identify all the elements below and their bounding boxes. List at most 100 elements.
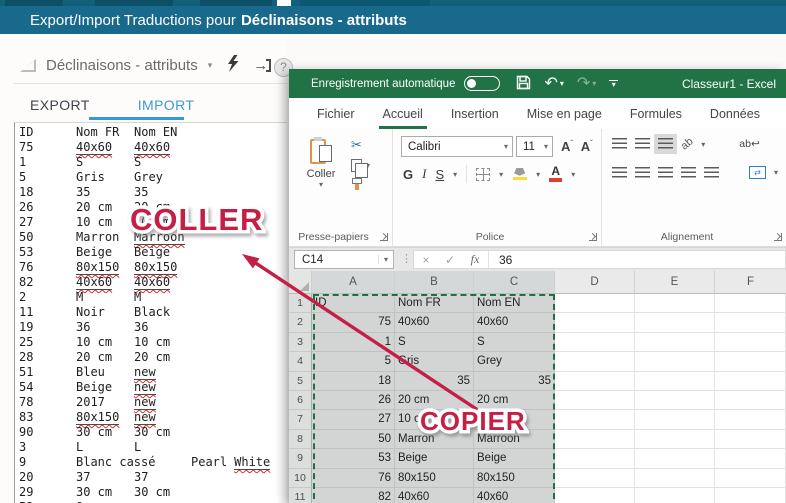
cell-f[interactable]: [715, 449, 786, 468]
decrease-indent-icon[interactable]: [681, 167, 696, 179]
enter-icon[interactable]: ✓: [438, 253, 462, 267]
cell-e[interactable]: [635, 430, 715, 449]
row-header[interactable]: 6: [289, 391, 312, 410]
column-header-c[interactable]: C: [474, 271, 555, 294]
cell-f[interactable]: [715, 410, 786, 429]
column-header-a[interactable]: A: [312, 271, 395, 294]
row-header[interactable]: 5: [289, 372, 312, 391]
cell-f[interactable]: [715, 488, 786, 503]
row-header[interactable]: 9: [289, 449, 312, 468]
cell-d[interactable]: [555, 333, 635, 352]
cell-a[interactable]: 18: [312, 372, 395, 391]
bold-button[interactable]: G: [403, 167, 413, 182]
italic-button[interactable]: I: [422, 166, 426, 182]
cell-a[interactable]: 76: [312, 469, 395, 488]
cell-a[interactable]: 26: [312, 391, 395, 410]
cell-e[interactable]: [635, 313, 715, 332]
shrink-font-button[interactable]: Aˇ: [581, 139, 593, 154]
cell-e[interactable]: [635, 294, 715, 313]
cell-f[interactable]: [715, 430, 786, 449]
cell-c[interactable]: 35: [474, 372, 555, 391]
row-header[interactable]: 10: [289, 469, 312, 488]
cell-e[interactable]: [635, 449, 715, 468]
cell-c[interactable]: Grey: [474, 352, 555, 371]
formula-input[interactable]: 36: [495, 253, 512, 267]
ribbon-tab-fichier[interactable]: Fichier: [303, 98, 369, 129]
cell-f[interactable]: [715, 372, 786, 391]
undo-button[interactable]: ↶▾: [544, 77, 563, 91]
underline-button[interactable]: S: [435, 167, 444, 182]
cell-f[interactable]: [715, 294, 786, 313]
cell-c[interactable]: Nom EN: [474, 294, 555, 313]
customize-qat-icon[interactable]: ▾: [609, 80, 618, 88]
cell-a[interactable]: ID: [312, 294, 395, 313]
row-header[interactable]: 1: [289, 294, 312, 313]
name-box[interactable]: C14▾: [294, 250, 394, 269]
cell-b[interactable]: S: [395, 333, 474, 352]
autosave-toggle[interactable]: [464, 76, 500, 91]
font-dialog-launcher-icon[interactable]: [589, 233, 597, 241]
paste-button[interactable]: Coller ▾: [299, 137, 343, 189]
tab-import[interactable]: IMPORT: [138, 97, 195, 113]
cell-a[interactable]: 50: [312, 430, 395, 449]
ribbon-tab-formules[interactable]: Formules: [616, 98, 696, 129]
entity-selector-label[interactable]: Déclinaisons - attributs: [46, 57, 198, 74]
increase-indent-icon[interactable]: [704, 167, 719, 179]
cell-c[interactable]: 40x60: [474, 488, 555, 503]
cell-e[interactable]: [635, 391, 715, 410]
cell-d[interactable]: [555, 313, 635, 332]
cell-e[interactable]: [635, 333, 715, 352]
ribbon-tab-donnees[interactable]: Données: [696, 98, 774, 129]
cell-f[interactable]: [715, 333, 786, 352]
cell-d[interactable]: [555, 410, 635, 429]
cell-a[interactable]: 27: [312, 410, 395, 429]
cell-d[interactable]: [555, 372, 635, 391]
cell-a[interactable]: 1: [312, 333, 395, 352]
row-header[interactable]: 8: [289, 430, 312, 449]
column-header-f[interactable]: F: [715, 271, 786, 294]
align-left-icon[interactable]: [612, 167, 627, 179]
tab-export[interactable]: EXPORT: [30, 97, 90, 113]
cell-d[interactable]: [555, 430, 635, 449]
ribbon-tab-mise-en-page[interactable]: Mise en page: [513, 98, 616, 129]
cell-c[interactable]: 80x150: [474, 469, 555, 488]
translation-textarea[interactable]: ID Nom FR Nom EN 75 40x60 40x60 1 S S: [14, 122, 287, 503]
cell-e[interactable]: [635, 352, 715, 371]
cell-b[interactable]: 40x60: [395, 488, 474, 503]
cancel-icon[interactable]: ×: [414, 253, 438, 267]
grow-font-button[interactable]: Aˆ: [561, 139, 573, 154]
align-center-icon[interactable]: [635, 167, 650, 179]
cell-a[interactable]: 82: [312, 488, 395, 503]
fill-color-icon[interactable]: [512, 168, 527, 181]
cell-b[interactable]: 35: [395, 372, 474, 391]
ribbon-tab-accueil[interactable]: Accueil: [369, 98, 437, 129]
cell-b[interactable]: 40x60: [395, 313, 474, 332]
redo-button[interactable]: ↷▾: [577, 77, 596, 91]
row-header[interactable]: 2: [289, 313, 312, 332]
merge-center-icon[interactable]: ⇄: [749, 166, 766, 179]
cell-a[interactable]: 75: [312, 313, 395, 332]
cell-c[interactable]: 40x60: [474, 313, 555, 332]
column-header-b[interactable]: B: [395, 271, 474, 294]
cell-b[interactable]: Nom FR: [395, 294, 474, 313]
copy-button[interactable]: ▾: [351, 159, 370, 172]
cell-f[interactable]: [715, 391, 786, 410]
clipboard-dialog-launcher-icon[interactable]: [380, 233, 388, 241]
orientation-icon[interactable]: ab: [679, 135, 696, 152]
align-top-icon[interactable]: [612, 138, 627, 150]
align-middle-icon[interactable]: [635, 138, 650, 150]
cell-e[interactable]: [635, 488, 715, 503]
cell-b[interactable]: Beige: [395, 449, 474, 468]
cell-a[interactable]: 53: [312, 449, 395, 468]
cell-e[interactable]: [635, 410, 715, 429]
font-size-select[interactable]: 11▾: [516, 136, 553, 157]
format-painter-icon[interactable]: [351, 178, 364, 190]
align-bottom-icon[interactable]: [658, 138, 673, 150]
cell-d[interactable]: [555, 352, 635, 371]
cell-f[interactable]: [715, 313, 786, 332]
row-header[interactable]: 11: [289, 488, 312, 503]
cell-d[interactable]: [555, 294, 635, 313]
row-header[interactable]: 4: [289, 352, 312, 371]
row-header[interactable]: 3: [289, 333, 312, 352]
lightning-icon[interactable]: [226, 55, 239, 77]
